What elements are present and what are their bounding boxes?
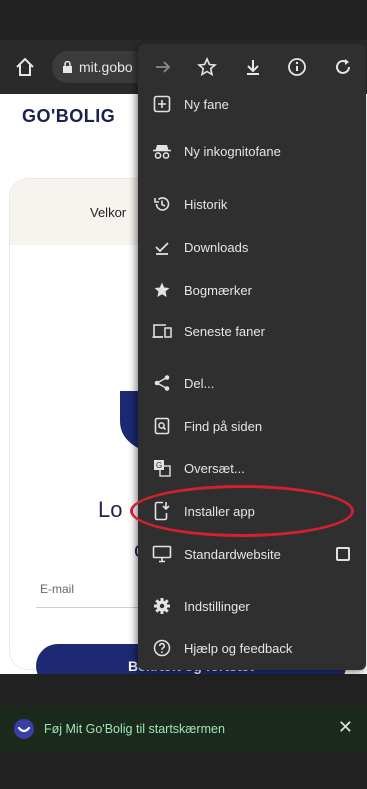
menu-item-label: Standardwebsite <box>184 546 281 562</box>
share-icon <box>152 373 172 393</box>
browser-menu: Ny fane Ny inkognitofane Historik Downlo… <box>138 44 366 670</box>
menu-item-label: Seneste faner <box>184 323 265 339</box>
menu-item-label: Indstillinger <box>184 598 250 614</box>
svg-text:G: G <box>156 461 162 470</box>
translate-icon: G <box>152 458 172 478</box>
menu-item-share[interactable]: Del... <box>138 365 366 401</box>
new-tab-icon <box>152 94 172 114</box>
menu-item-new-tab[interactable]: Ny fane <box>138 86 366 122</box>
menu-item-translate[interactable]: G Oversæt... <box>138 450 366 486</box>
menu-item-label: Oversæt... <box>184 460 245 476</box>
find-in-page-icon <box>152 416 172 436</box>
desktop-site-checkbox[interactable] <box>336 547 350 561</box>
menu-item-history[interactable]: Historik <box>138 186 366 222</box>
bookmark-star-icon[interactable] <box>196 56 218 78</box>
forward-icon[interactable] <box>152 56 174 78</box>
add-to-homescreen-banner[interactable]: Føj Mit Go'Bolig til startskærmen ✕ <box>0 706 367 752</box>
info-icon[interactable] <box>286 56 308 78</box>
email-label: E-mail <box>40 582 75 596</box>
desktop-site-icon <box>152 544 172 564</box>
menu-item-label: Hjælp og feedback <box>184 640 293 656</box>
phone-screen: mit.gobo GO'BOLIG Velkor Lo c E-mail Bek… <box>0 0 367 789</box>
banner-text: Føj Mit Go'Bolig til startskærmen <box>44 722 225 736</box>
welcome-text: Velkor <box>90 205 127 220</box>
menu-item-recent-tabs[interactable]: Seneste faner <box>138 313 366 349</box>
url-text: mit.gobo <box>79 59 133 75</box>
history-icon <box>152 194 172 214</box>
login-title: Lo <box>98 497 123 522</box>
menu-item-label: Ny inkognitofane <box>184 143 281 159</box>
incognito-icon <box>152 141 172 161</box>
home-icon[interactable] <box>14 56 36 78</box>
menu-item-label: Bogmærker <box>184 282 252 298</box>
menu-item-incognito[interactable]: Ny inkognitofane <box>138 133 366 169</box>
menu-item-settings[interactable]: Indstillinger <box>138 588 366 624</box>
reload-icon[interactable] <box>332 56 354 78</box>
menu-item-label: Historik <box>184 196 228 212</box>
menu-item-desktop-site[interactable]: Standardwebsite <box>138 536 366 572</box>
download-icon[interactable] <box>242 56 264 78</box>
menu-item-bookmarks[interactable]: Bogmærker <box>138 272 366 308</box>
menu-item-label: Del... <box>184 375 215 391</box>
menu-item-label: Find på siden <box>184 418 263 434</box>
highlight-oval <box>130 485 354 537</box>
recent-tabs-icon <box>152 321 172 341</box>
help-icon <box>152 638 172 658</box>
menu-item-label: Ny fane <box>184 96 229 112</box>
settings-icon <box>152 596 172 616</box>
menu-item-downloads[interactable]: Downloads <box>138 229 366 265</box>
menu-toolbar <box>138 44 366 90</box>
gobolig-app-icon <box>14 719 34 739</box>
downloads-icon <box>152 237 172 257</box>
menu-item-help[interactable]: Hjælp og feedback <box>138 630 366 666</box>
gobolig-logo: GO'BOLIG <box>22 106 116 126</box>
menu-item-label: Downloads <box>184 239 249 255</box>
lock-icon <box>63 61 72 73</box>
close-icon[interactable]: ✕ <box>338 717 353 738</box>
star-icon <box>152 280 172 300</box>
menu-item-find-in-page[interactable]: Find på siden <box>138 408 366 444</box>
